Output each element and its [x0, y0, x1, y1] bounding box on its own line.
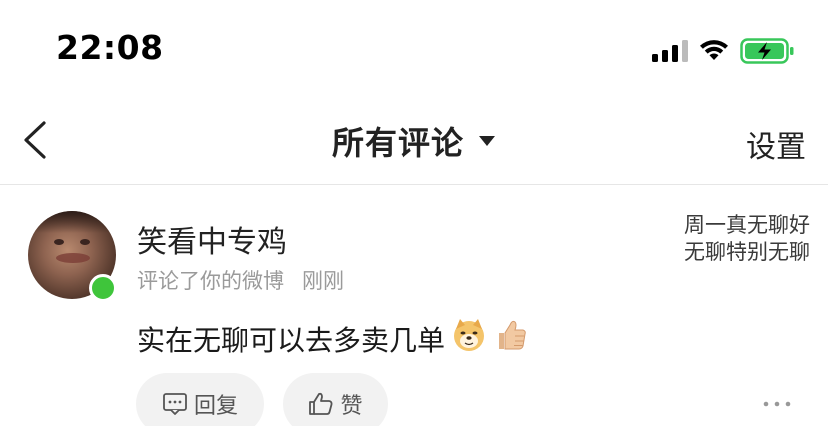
comment-text: 实在无聊可以去多卖几单: [137, 323, 446, 357]
comment-meta: 评论了你的微博 刚刚: [137, 265, 344, 295]
doge-emoji-icon: [451, 317, 487, 360]
cellular-signal-icon: [652, 40, 690, 62]
thumbs-up-emoji-icon: [493, 317, 529, 360]
online-status-dot: [89, 274, 117, 302]
ellipsis-icon[interactable]: [762, 399, 792, 409]
thumbs-up-icon: [309, 392, 333, 415]
like-label: 赞: [340, 394, 363, 419]
page-title: 所有评论: [331, 124, 464, 162]
status-time: 22:08: [56, 28, 164, 67]
screen: 22:08 所有评论 设置 笑看中专鸡 评论了你的微博 刚刚 周一真无聊好无聊特…: [0, 0, 828, 426]
quoted-post[interactable]: 周一真无聊好无聊特别无聊: [684, 212, 814, 266]
like-button[interactable]: 赞: [283, 373, 388, 426]
reply-button[interactable]: 回复: [136, 373, 264, 426]
action-text: 评论了你的微博: [137, 269, 284, 293]
timestamp: 刚刚: [302, 269, 344, 293]
username[interactable]: 笑看中专鸡: [137, 217, 287, 261]
avatar-hair: [28, 211, 116, 233]
avatar-mouth: [56, 253, 90, 263]
comment-bubble-icon: [163, 393, 187, 415]
comment-filter-dropdown[interactable]: 所有评论: [332, 118, 496, 164]
avatar-eye: [54, 239, 64, 245]
triangle-down-icon: [479, 136, 495, 146]
settings-button[interactable]: 设置: [746, 122, 806, 166]
avatar-eye: [80, 239, 90, 245]
navigation-bar: 所有评论 设置: [0, 96, 828, 185]
battery-charging-icon: [740, 38, 794, 64]
wifi-icon: [700, 40, 728, 60]
comment-text-row: 实在无聊可以去多卖几单: [137, 317, 529, 360]
title-area: 所有评论: [0, 118, 828, 162]
status-bar: 22:08: [0, 0, 828, 96]
reply-label: 回复: [193, 394, 238, 419]
comment-item: 笑看中专鸡 评论了你的微博 刚刚 周一真无聊好无聊特别无聊 实在无聊可以去多卖几单: [0, 185, 828, 426]
